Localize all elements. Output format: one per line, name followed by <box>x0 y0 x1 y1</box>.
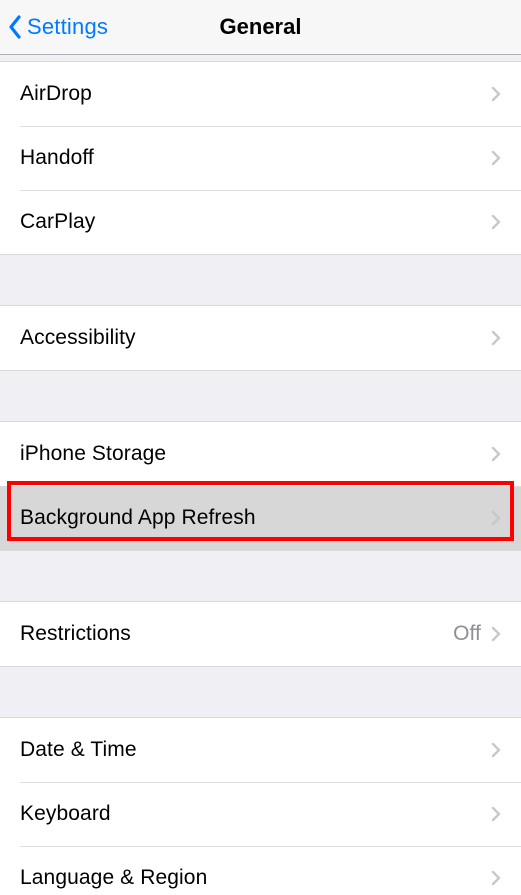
row-airdrop[interactable]: AirDrop <box>0 62 521 126</box>
settings-list: AirDrop Handoff CarPlay Accessibility iPhone… <box>0 55 521 895</box>
group-gap <box>0 255 521 305</box>
group-gap <box>0 667 521 717</box>
chevron-left-icon <box>8 15 22 39</box>
page-title: General <box>220 14 302 40</box>
chevron-right-icon <box>491 330 501 346</box>
row-keyboard[interactable]: Keyboard <box>0 782 521 846</box>
row-carplay[interactable]: CarPlay <box>0 190 521 254</box>
back-button[interactable]: Settings <box>8 14 108 40</box>
row-language-region[interactable]: Language & Region <box>0 846 521 895</box>
chevron-right-icon <box>491 626 501 642</box>
group-gap <box>0 371 521 421</box>
row-iphone-storage[interactable]: iPhone Storage <box>0 422 521 486</box>
row-label: Accessibility <box>20 326 491 350</box>
settings-group: AirDrop Handoff CarPlay <box>0 61 521 255</box>
chevron-right-icon <box>491 446 501 462</box>
chevron-right-icon <box>491 870 501 886</box>
chevron-right-icon <box>491 214 501 230</box>
back-label: Settings <box>27 14 108 40</box>
row-value: Off <box>453 622 481 646</box>
chevron-right-icon <box>491 510 501 526</box>
group-gap <box>0 551 521 601</box>
settings-group: Date & Time Keyboard Language & Region <box>0 717 521 895</box>
row-label: Handoff <box>20 146 491 170</box>
chevron-right-icon <box>491 742 501 758</box>
chevron-right-icon <box>491 150 501 166</box>
settings-group: Accessibility <box>0 305 521 371</box>
chevron-right-icon <box>491 806 501 822</box>
row-background-app-refresh[interactable]: Background App Refresh <box>0 486 521 550</box>
row-restrictions[interactable]: RestrictionsOff <box>0 602 521 666</box>
row-label: AirDrop <box>20 82 491 106</box>
row-label: Language & Region <box>20 866 491 890</box>
row-label: CarPlay <box>20 210 491 234</box>
row-handoff[interactable]: Handoff <box>0 126 521 190</box>
row-label: Background App Refresh <box>20 506 491 530</box>
row-label: Date & Time <box>20 738 491 762</box>
nav-bar: Settings General <box>0 0 521 55</box>
row-accessibility[interactable]: Accessibility <box>0 306 521 370</box>
settings-group: RestrictionsOff <box>0 601 521 667</box>
chevron-right-icon <box>491 86 501 102</box>
row-label: Restrictions <box>20 622 453 646</box>
row-label: iPhone Storage <box>20 442 491 466</box>
row-label: Keyboard <box>20 802 491 826</box>
row-date-time[interactable]: Date & Time <box>0 718 521 782</box>
settings-group: iPhone Storage Background App Refresh <box>0 421 521 551</box>
